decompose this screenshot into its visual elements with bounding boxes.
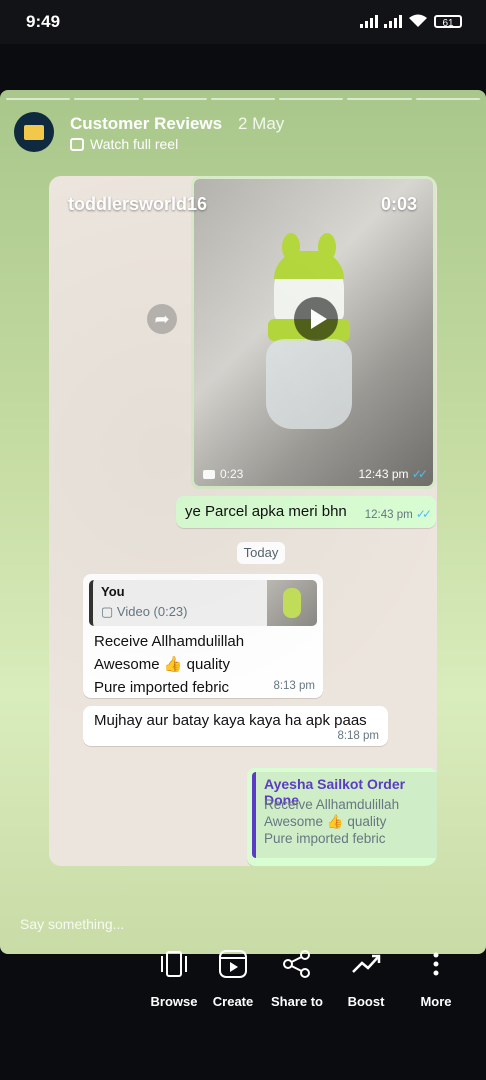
status-icons: 61	[360, 14, 462, 29]
more-icon	[433, 952, 439, 976]
play-icon[interactable]	[294, 297, 338, 341]
account-name[interactable]: Customer Reviews	[70, 114, 222, 134]
signal-icon-2	[384, 14, 402, 28]
story-date: 2 May	[238, 114, 285, 133]
message-text: Mujhay aur batay kaya kaya ha apk paas	[94, 712, 367, 729]
message-time: 12:43 pm ✓✓	[364, 507, 432, 521]
quote-thumbnail	[267, 580, 317, 626]
quote-text: Receive Allhamdulillah Awesome 👍 quality…	[264, 797, 400, 846]
message-time: 8:13 pm	[273, 680, 315, 692]
battery-icon: 61	[434, 14, 462, 29]
quote-author: You	[101, 584, 125, 599]
wifi-icon	[409, 14, 427, 27]
video-timestamp: 12:43 pm ✓✓	[358, 467, 429, 481]
reel-preview[interactable]: 0:23 12:43 pm ✓✓ ➦ ye Parcel apka meri b…	[49, 176, 437, 866]
forward-icon[interactable]: ➦	[147, 304, 177, 334]
message-text: ye Parcel apka meri bhn	[185, 503, 347, 520]
share-icon	[283, 950, 310, 978]
message-incoming-2: Mujhay aur batay kaya kaya ha apk paas 8…	[83, 706, 388, 746]
read-ticks-icon: ✓✓	[415, 507, 432, 521]
reply-input[interactable]: Say something...	[20, 916, 124, 932]
reel-timer: 0:03	[380, 194, 417, 214]
message-outgoing-reply: Ayesha Sailkot Order Done Receive Allham…	[247, 768, 437, 866]
watch-reel-label: Watch full reel	[90, 136, 179, 152]
avatar[interactable]	[14, 112, 54, 152]
action-bar: Browse Create Share to Boost More	[0, 948, 486, 1028]
signal-icon	[360, 14, 378, 28]
envelope-icon	[24, 124, 44, 140]
browse-icon	[161, 951, 187, 977]
create-icon	[219, 950, 247, 978]
message-text: Receive Allhamdulillah Awesome 👍 quality…	[94, 633, 245, 696]
quoted-message[interactable]: Ayesha Sailkot Order Done Receive Allham…	[252, 772, 437, 858]
message-time: 8:18 pm	[337, 730, 379, 742]
status-bar: 9:49 61	[0, 0, 486, 44]
status-time: 9:49	[26, 12, 61, 31]
more-button[interactable]: More	[396, 948, 476, 1009]
share-button[interactable]: Share to	[257, 948, 337, 1009]
quote-text: ▢ Video (0:23)	[101, 604, 188, 619]
watch-full-reel-link[interactable]: Watch full reel	[70, 136, 178, 152]
quoted-message[interactable]: You ▢ Video (0:23)	[89, 580, 317, 626]
read-ticks-icon: ✓✓	[411, 467, 428, 481]
video-camera-icon	[203, 469, 215, 479]
video-duration: 0:23	[203, 467, 243, 481]
message-incoming-reply: You ▢ Video (0:23) Receive Allhamdulilla…	[83, 574, 323, 698]
reel-username: toddlersworld16	[68, 194, 208, 214]
date-chip: Today	[237, 542, 285, 564]
story-card[interactable]: Customer Reviews 2 May Watch full reel 0…	[0, 90, 486, 954]
message-outgoing-1: ye Parcel apka meri bhn 12:43 pm ✓✓	[176, 496, 436, 528]
story-progress	[6, 98, 480, 100]
boost-icon	[352, 954, 381, 973]
boost-button[interactable]: Boost	[326, 948, 406, 1009]
reel-icon	[70, 137, 84, 151]
video-message[interactable]: 0:23 12:43 pm ✓✓	[191, 176, 436, 489]
video-thumbnail	[194, 179, 433, 486]
